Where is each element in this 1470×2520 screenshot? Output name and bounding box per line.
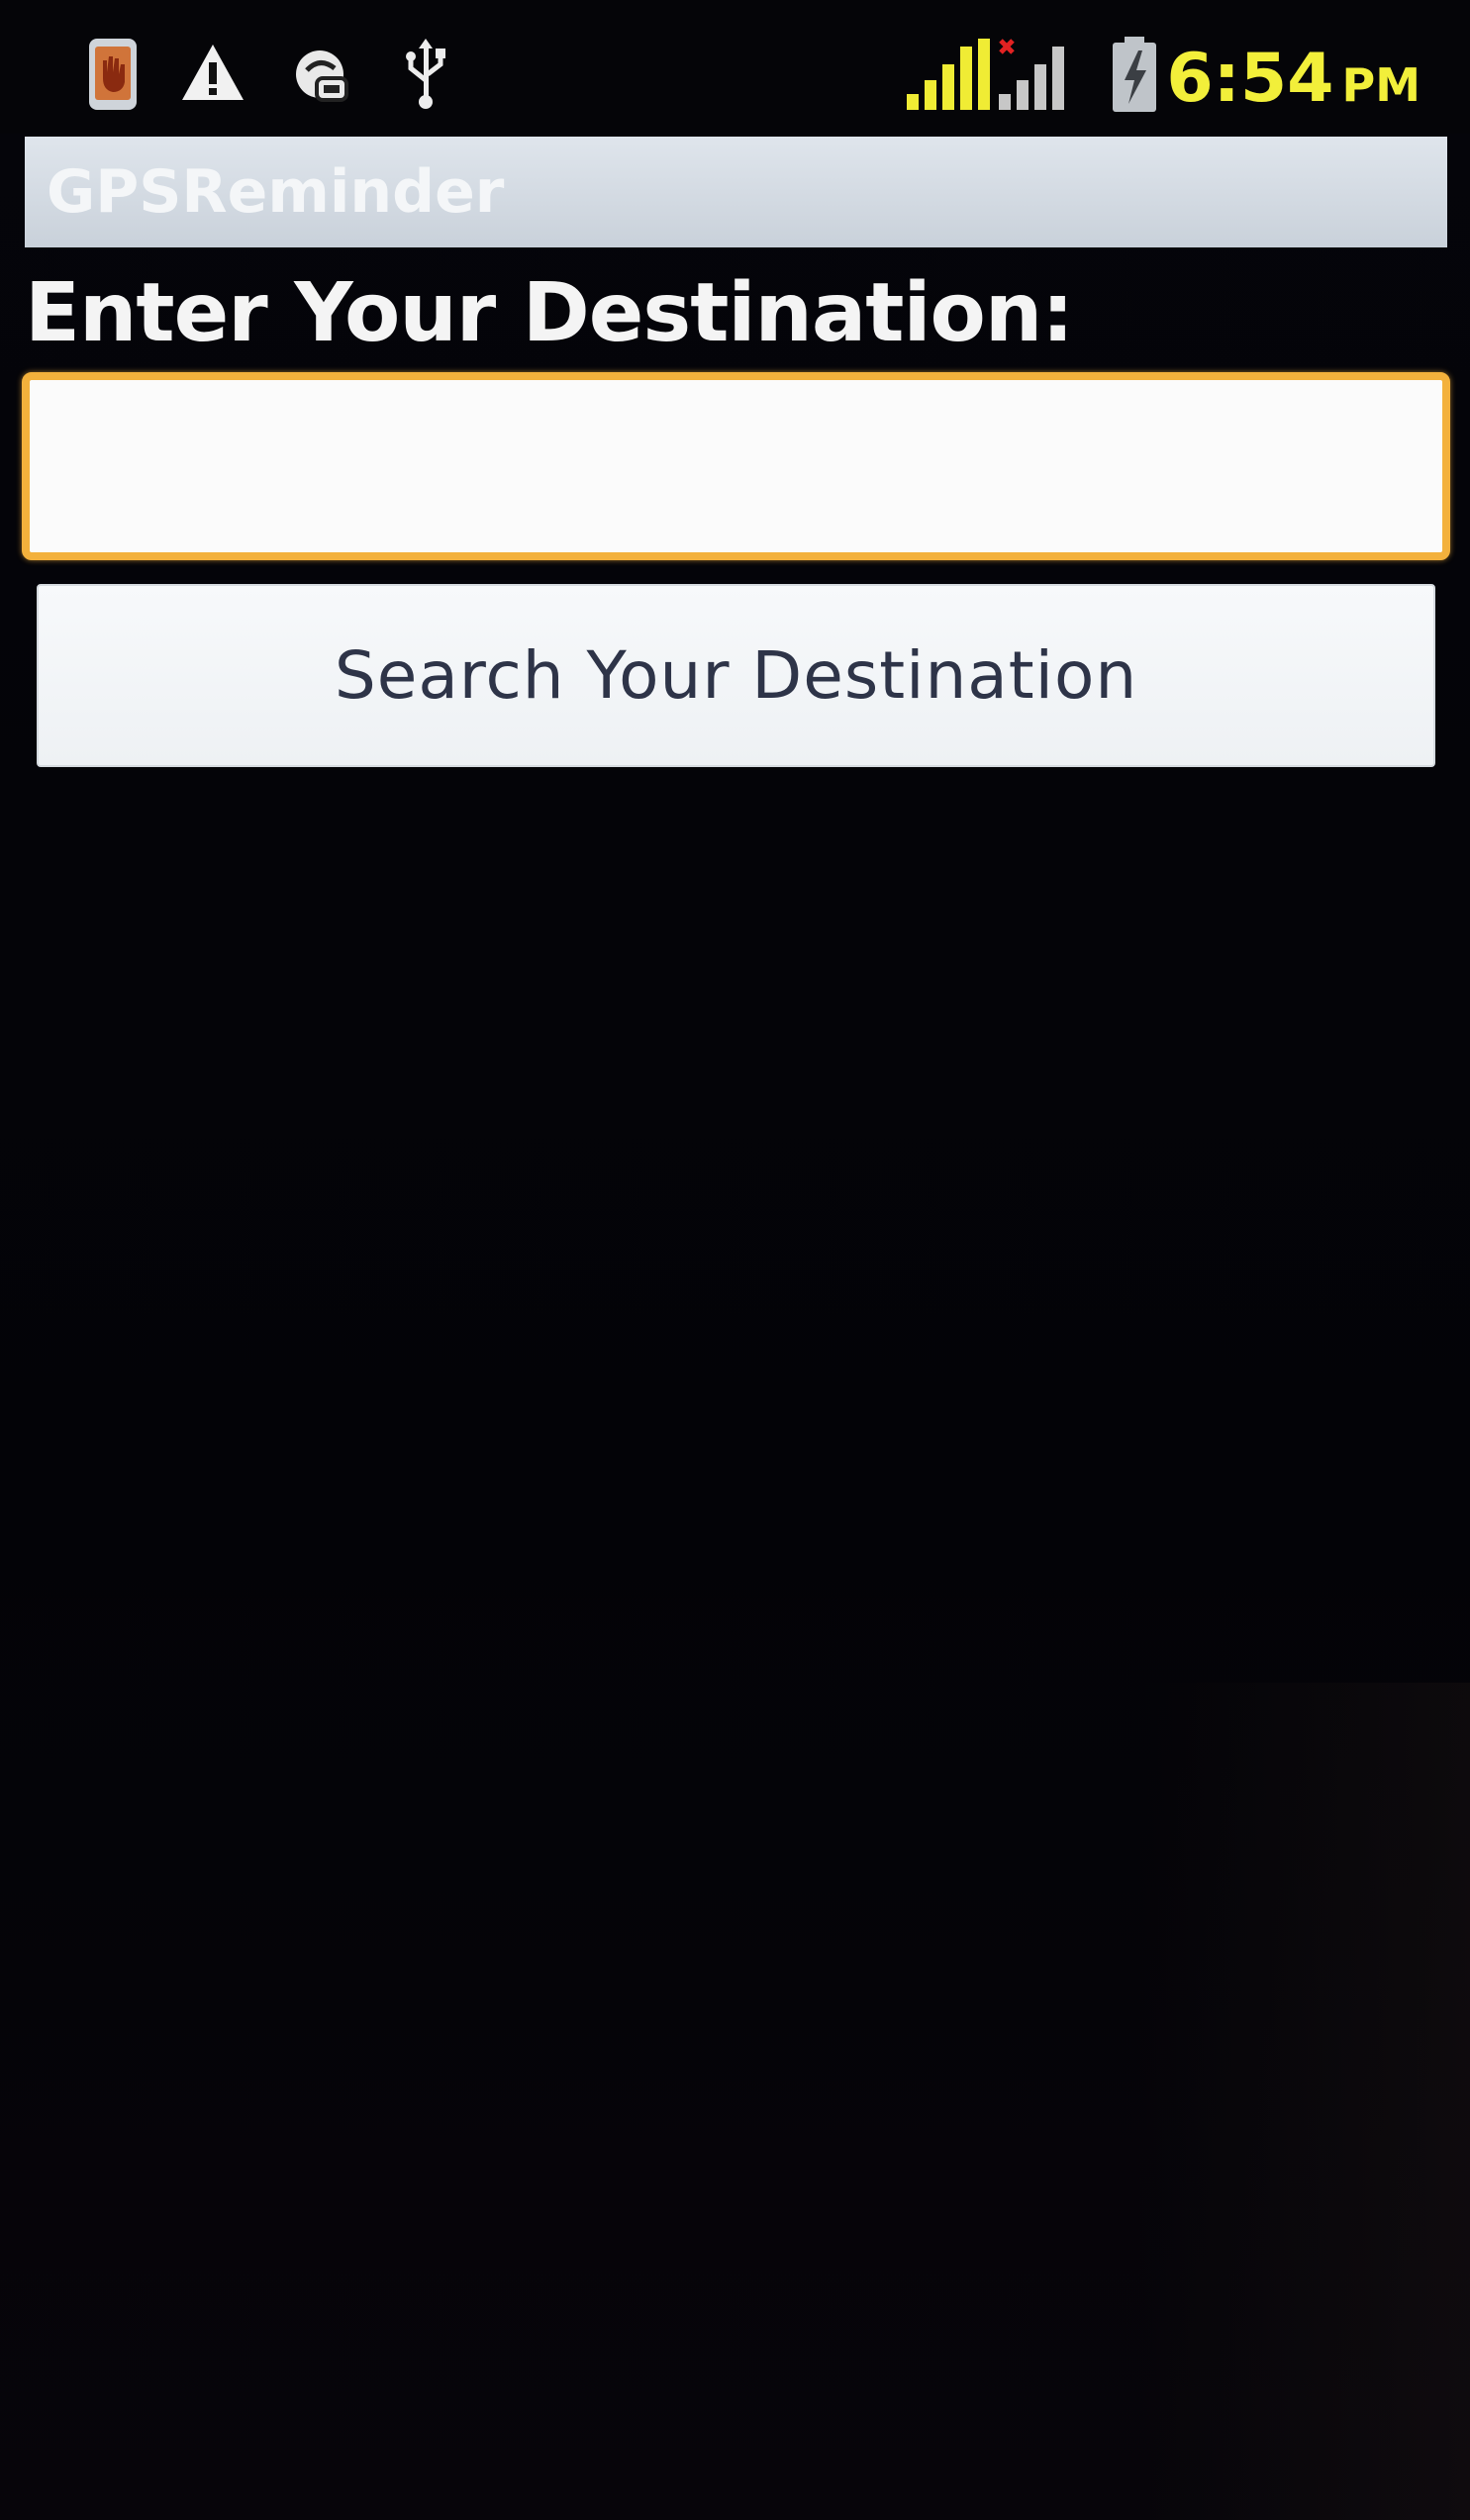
- warning-icon: [178, 35, 247, 114]
- data-sync-icon: [287, 35, 356, 114]
- clock-am-pm: PM: [1341, 58, 1421, 112]
- phone-screen: 6:54 PM GPSReminder Enter Your Destinatio…: [0, 0, 1470, 2520]
- status-bar: 6:54 PM: [0, 0, 1470, 134]
- app-title: GPSReminder: [47, 157, 505, 227]
- photo-vignette: [1138, 1683, 1470, 2520]
- app-notification-icon: [79, 35, 148, 114]
- app-title-bar: GPSReminder: [25, 137, 1447, 247]
- destination-label: Enter Your Destination:: [25, 266, 1074, 360]
- search-destination-button[interactable]: Search Your Destination: [37, 584, 1435, 767]
- usb-icon: [391, 35, 460, 114]
- clock: 6:54 PM: [1166, 40, 1421, 119]
- destination-input[interactable]: [22, 372, 1450, 560]
- signal-strength-icon: [903, 35, 992, 114]
- no-signal-icon: [995, 35, 1084, 114]
- clock-time: 6:54: [1166, 40, 1334, 118]
- battery-charging-icon: [1107, 35, 1162, 114]
